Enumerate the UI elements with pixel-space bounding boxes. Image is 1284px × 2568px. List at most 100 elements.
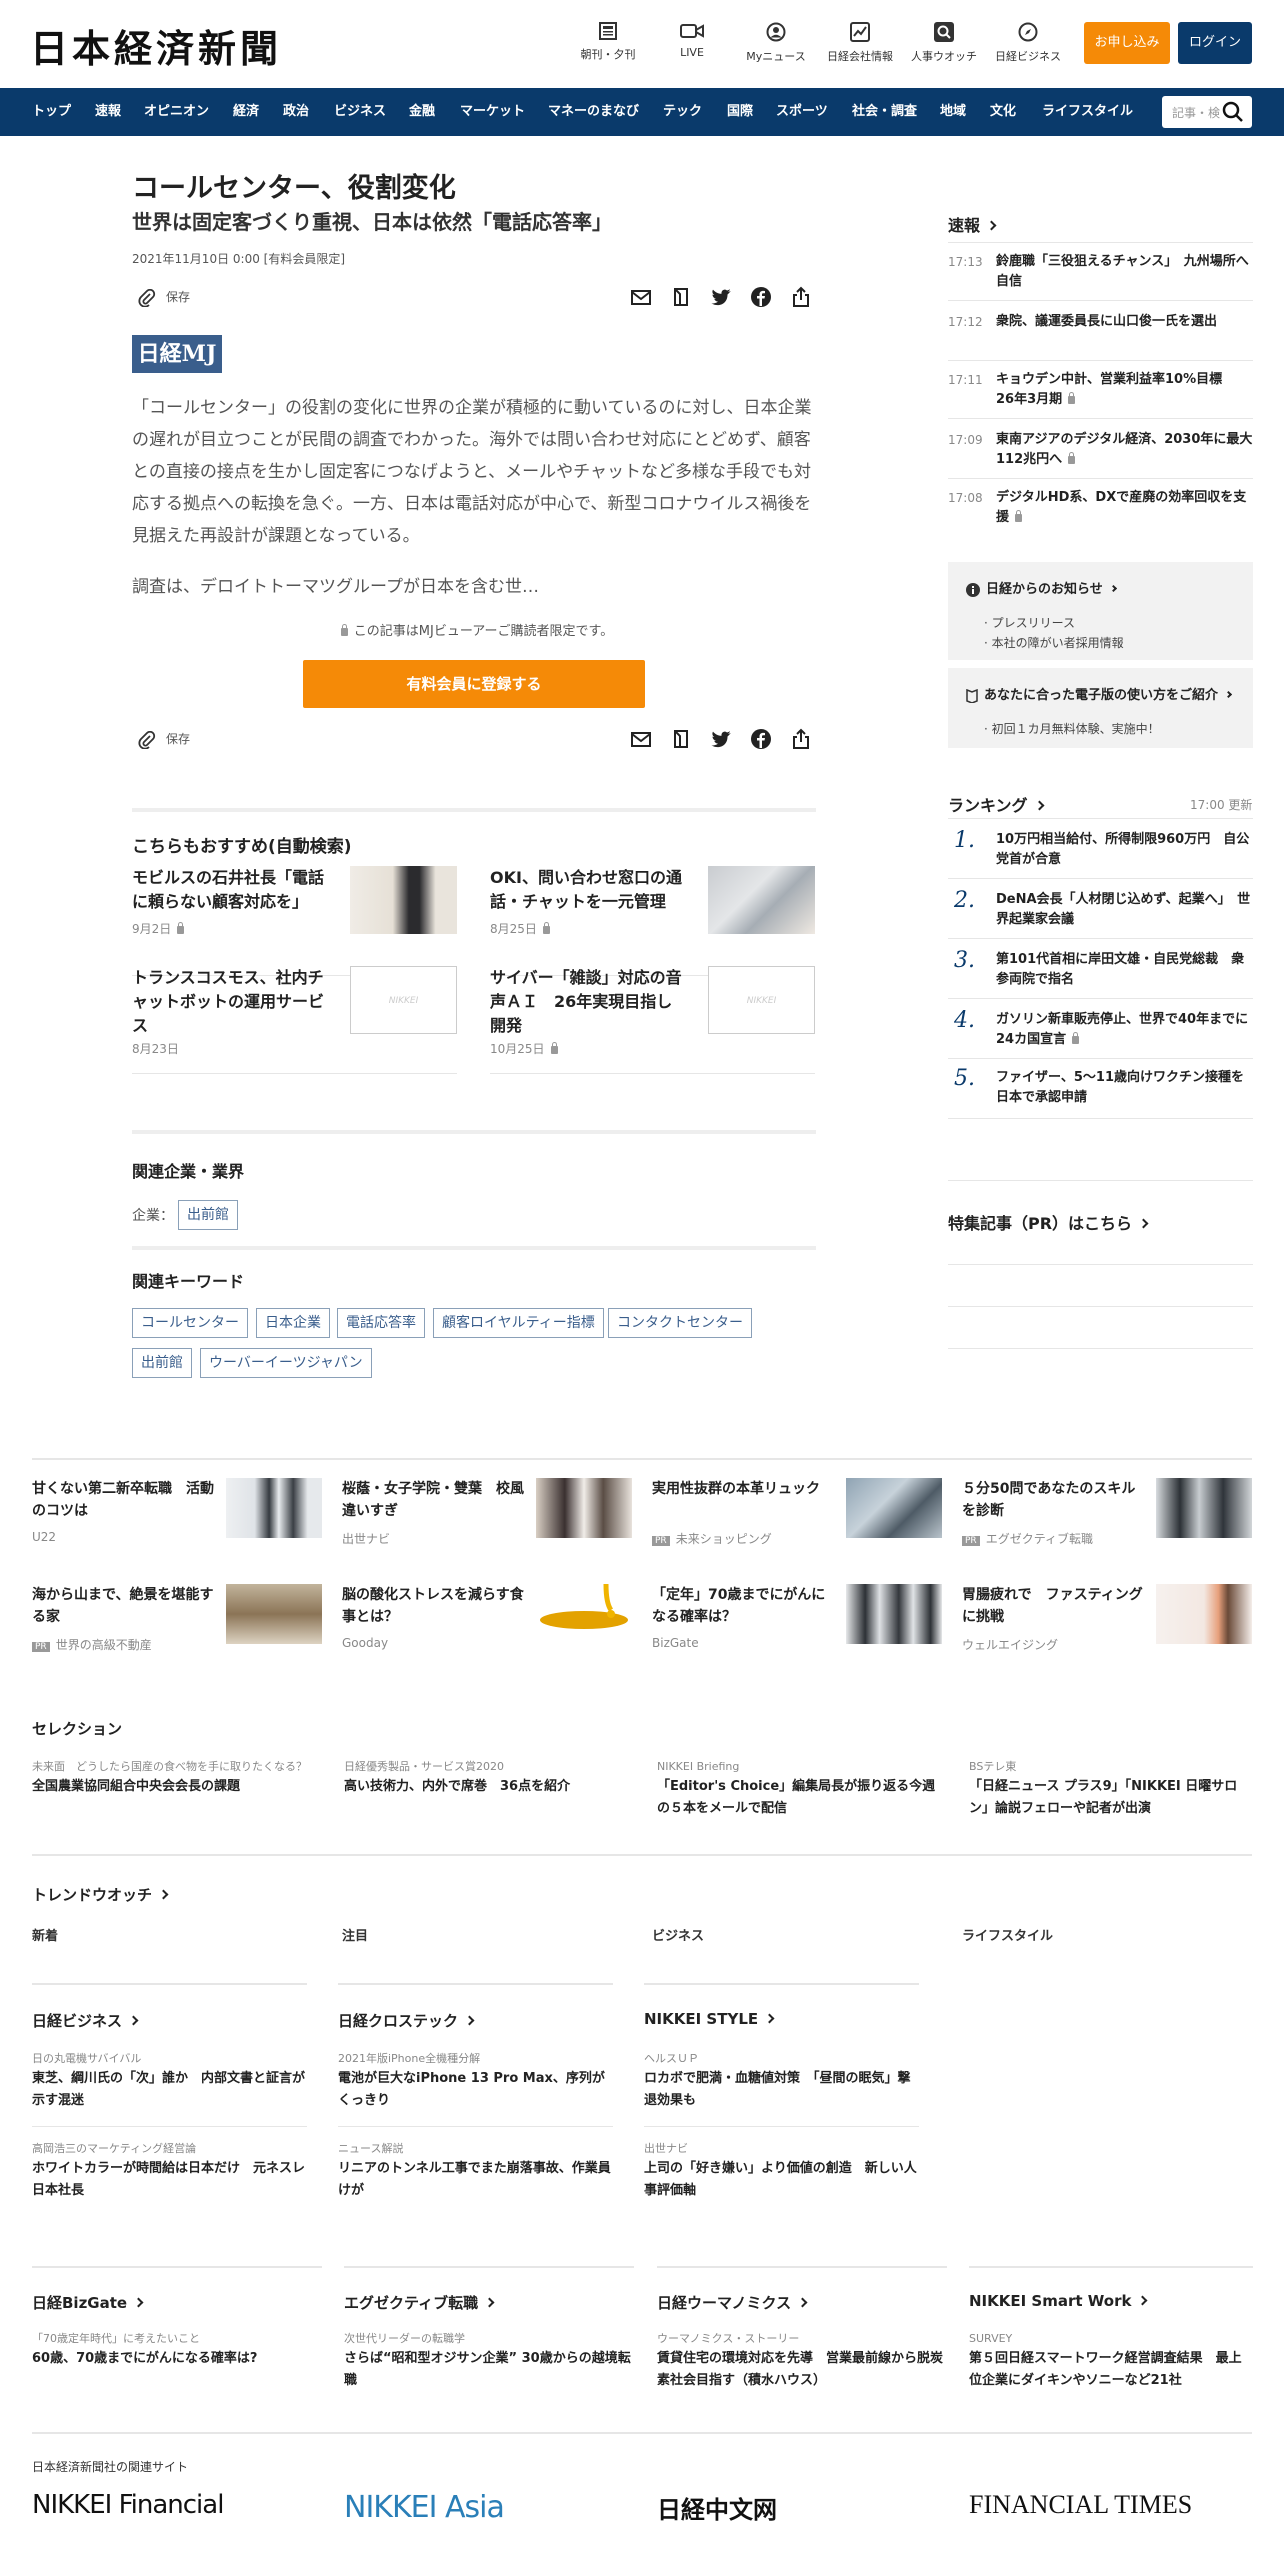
site-article[interactable]: 出世ナビ 上司の「好き嫌い」より価値の創造 新しい人事評価軸 — [644, 2140, 919, 2202]
ad-item[interactable]: ５分50問であなたのスキルを診断 PR エグゼクティブ転職 — [962, 1478, 1252, 1558]
nav-finance[interactable]: 金融 — [409, 88, 435, 136]
nav-culture[interactable]: 文化 — [990, 88, 1016, 136]
ad-item[interactable]: 桜蔭・女子学院・雙葉 校風違いすぎ 出世ナビ — [342, 1478, 632, 1558]
recommend-item[interactable]: モビルスの石井社長「電話に頼らない顧客対応を」 9月2日 — [132, 866, 457, 976]
trend-tab[interactable]: 新着 — [32, 1925, 58, 1944]
nav-sports[interactable]: スポーツ — [776, 88, 828, 136]
nav-politics[interactable]: 政治 — [283, 88, 309, 136]
flash-title[interactable]: 速報 — [948, 212, 997, 236]
ad-item[interactable]: 実用性抜群の本革リュック PR 未来ショッピング — [652, 1478, 942, 1558]
recommend-item[interactable]: サイバー「雑談」対応の音声ＡＩ 26年実現目指し開発 10月25日 NIKKEI — [490, 966, 815, 1074]
apply-button[interactable]: お申し込み — [1084, 22, 1170, 64]
paper-edition-link[interactable]: 朝刊・夕刊 — [568, 22, 648, 62]
ad-item[interactable]: 胃腸疲れで ファスティングに挑戦 ウェルエイジング — [962, 1584, 1252, 1664]
site-title[interactable]: 日経クロステック — [338, 2010, 475, 2031]
nav-market[interactable]: マーケット — [460, 88, 525, 136]
trend-title[interactable]: トレンドウオッチ — [32, 1884, 169, 1905]
nikkei-asia-logo[interactable]: NIKKEI Asia — [344, 2490, 505, 2530]
keyword-tag[interactable]: コールセンター — [132, 1308, 248, 1338]
nav-flash[interactable]: 速報 — [95, 88, 121, 136]
financial-times-logo[interactable]: FINANCIAL TIMES — [969, 2490, 1192, 2530]
trend-tab[interactable]: ビジネス — [652, 1925, 704, 1944]
notice-link[interactable]: · 本社の障がい者採用情報 — [984, 634, 1124, 651]
live-link[interactable]: LIVE — [652, 22, 732, 59]
keyword-tag[interactable]: 日本企業 — [256, 1308, 330, 1338]
site-title[interactable]: 日経BizGate — [32, 2292, 144, 2313]
site-article[interactable]: 2021年版iPhone全機種分解 電池が巨大なiPhone 13 Pro Max… — [338, 2050, 613, 2112]
ad-item[interactable]: 甘くない第二新卒転職 活動のコツは U22 — [32, 1478, 322, 1558]
twitter-icon[interactable] — [710, 286, 732, 308]
keyword-tag[interactable]: 出前館 — [132, 1348, 192, 1378]
trend-tab[interactable]: 注目 — [342, 1925, 368, 1944]
nikkei-business-link[interactable]: 日経ビジネス — [988, 22, 1068, 64]
register-button[interactable]: 有料会員に登録する — [303, 660, 645, 708]
nav-opinion[interactable]: オピニオン — [144, 88, 209, 136]
nav-international[interactable]: 国際 — [727, 88, 753, 136]
nikkei-logo[interactable]: 日本経済新聞 — [30, 18, 282, 73]
company-info-link[interactable]: 日経会社情報 — [820, 22, 900, 64]
share-icon[interactable] — [790, 286, 812, 308]
site-article[interactable]: ヘルスＵＰ ロカボで肥満・血糖値対策 「昼間の眠気」撃退効果も — [644, 2050, 919, 2112]
nav-society[interactable]: 社会・調査 — [852, 88, 917, 136]
ad-item[interactable]: 脳の酸化ストレスを減らす食事とは？ Gooday — [342, 1584, 632, 1664]
site-article[interactable]: ウーマノミクス・ストーリー 賃貸住宅の環境対応を先導 営業最前線から脱炭素社会目指… — [657, 2330, 947, 2392]
notice-title[interactable]: あなたに合った電子版の使い方をご紹介 — [966, 684, 1233, 704]
keyword-tag[interactable]: 顧客ロイヤルティー指標 — [433, 1308, 604, 1338]
bookmark-book-icon[interactable] — [670, 728, 692, 750]
keyword-tag[interactable]: 電話応答率 — [337, 1308, 425, 1338]
mail-icon[interactable] — [630, 286, 652, 308]
notice-title[interactable]: 日経からのお知らせ — [966, 578, 1117, 597]
site-title[interactable]: NIKKEI STYLE — [644, 2010, 775, 2028]
site-title[interactable]: NIKKEI Smart Work — [969, 2292, 1148, 2310]
nav-lifestyle[interactable]: ライフスタイル — [1042, 88, 1133, 136]
bookmark-book-icon[interactable] — [670, 286, 692, 308]
search-icon[interactable] — [1222, 101, 1244, 123]
site-article[interactable]: 高岡浩三のマーケティング経営論 ホワイトカラーが時間給は日本だけ 元ネスレ日本社長 — [32, 2140, 307, 2202]
nav-economy[interactable]: 経済 — [233, 88, 259, 136]
nav-money[interactable]: マネーのまなび — [548, 88, 639, 136]
selection-item[interactable]: 未来面 どうしたら国産の食べ物を手に取りたくなる？ 全国農業協同組合中央会会長の課… — [32, 1758, 322, 1798]
mail-icon[interactable] — [630, 728, 652, 750]
facebook-icon[interactable] — [750, 286, 772, 308]
nav-top[interactable]: トップ — [32, 88, 71, 136]
keyword-tag[interactable]: ウーバーイーツジャパン — [200, 1348, 372, 1378]
site-article[interactable]: 「70歳定年時代」に考えたいこと 60歳、70歳までにがんになる確率は? — [32, 2330, 322, 2370]
search-input[interactable]: 記事・検 — [1162, 96, 1252, 128]
site-article[interactable]: 日の丸電機サバイバル 東芝、綱川氏の「次」誰か 内部文書と証言が示す混迷 — [32, 2050, 307, 2112]
pr-link[interactable]: 特集記事（PR）はこちら — [948, 1210, 1149, 1234]
site-title[interactable]: 日経ウーマノミクス — [657, 2292, 808, 2313]
recommend-item[interactable]: トランスコスモス、社内チャットボットの運用サービス 8月23日 NIKKEI — [132, 966, 457, 1074]
ad-item[interactable]: 「定年」70歳までにがんになる確率は？ BizGate — [652, 1584, 942, 1664]
my-news-link[interactable]: Myニュース — [736, 22, 816, 64]
twitter-icon[interactable] — [710, 728, 732, 750]
site-article[interactable]: SURVEY 第５回日経スマートワーク経営調査結果 最上位企業にダイキンやソニーな… — [969, 2330, 1253, 2392]
selection-item[interactable]: NIKKEI Briefing 「Editor's Choice」編集局長が振り返… — [657, 1758, 947, 1820]
book-icon — [966, 688, 978, 704]
selection-item[interactable]: BSテレ東 「日経ニュース プラス9」「NIKKEI 日曜サロン」論説フェローや記… — [969, 1758, 1253, 1820]
keyword-tag[interactable]: コンタクトセンター — [608, 1308, 752, 1338]
nikkei-financial-logo[interactable]: NIKKEI Financial — [32, 2490, 224, 2530]
site-title[interactable]: エグゼクティブ転職 — [344, 2292, 495, 2313]
recommend-item[interactable]: OKI、問い合わせ窓口の通話・チャットを一元管理 8月25日 — [490, 866, 815, 976]
nav-business[interactable]: ビジネス — [334, 88, 386, 136]
facebook-icon[interactable] — [750, 728, 772, 750]
nikkei-chinese-logo[interactable]: 日経中文网 — [657, 2490, 777, 2530]
login-button[interactable]: ログイン — [1178, 22, 1252, 64]
notice-link[interactable]: · 初回１カ月無料体験、実施中！ — [984, 720, 1160, 737]
company-tag[interactable]: 出前館 — [178, 1200, 238, 1230]
personnel-watch-link[interactable]: 人事ウオッチ — [904, 22, 984, 64]
ad-item[interactable]: 海から山まで、絶景を堪能する家 PR 世界の高級不動産 — [32, 1584, 322, 1664]
nav-region[interactable]: 地域 — [940, 88, 966, 136]
trend-tab[interactable]: ライフスタイル — [962, 1925, 1053, 1944]
nav-tech[interactable]: テック — [663, 88, 702, 136]
ranking-title[interactable]: ランキング — [948, 792, 1044, 816]
site-article[interactable]: 次世代リーダーの転職学 さらば“昭和型オジサン企業” 30歳からの越境転職 — [344, 2330, 634, 2392]
site-title[interactable]: 日経ビジネス — [32, 2010, 139, 2031]
save-button[interactable]: 保存 — [138, 288, 190, 308]
site-article[interactable]: ニュース解説 リニアのトンネル工事でまた崩落事故、作業員けが — [338, 2140, 613, 2202]
divider — [948, 242, 1253, 243]
share-icon[interactable] — [790, 728, 812, 750]
save-button[interactable]: 保存 — [138, 730, 190, 750]
notice-link[interactable]: · プレスリリース — [984, 614, 1075, 631]
selection-item[interactable]: 日経優秀製品・サービス賞2020 高い技術力、内外で席巻 36点を紹介 — [344, 1758, 634, 1798]
